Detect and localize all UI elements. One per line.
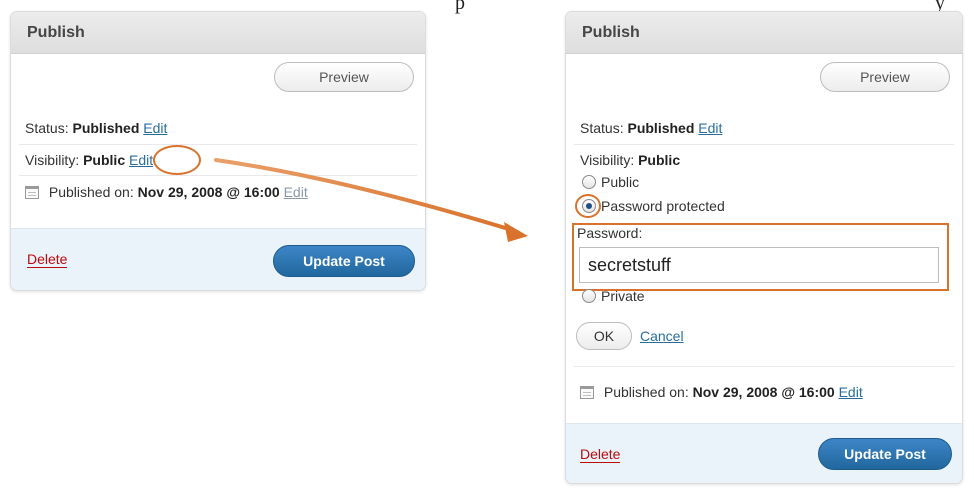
visibility-option-password[interactable]: Password protected [582, 198, 725, 214]
publish-panel-after: Publish Preview Status: Published Edit V… [565, 11, 963, 484]
radio-button[interactable] [582, 289, 596, 303]
option-label: Private [601, 288, 645, 304]
ok-button[interactable]: OK [576, 322, 632, 350]
cancel-link[interactable]: Cancel [640, 328, 684, 344]
password-label: Password: [577, 225, 643, 241]
status-value: Published [627, 120, 695, 136]
visibility-option-public[interactable]: Public [582, 174, 639, 190]
published-label: Published on: [603, 384, 689, 400]
password-input[interactable] [579, 247, 939, 283]
delete-link[interactable]: Delete [580, 446, 621, 463]
option-label: Public [601, 174, 640, 190]
visibility-row: Visibility: Public [580, 152, 680, 168]
radio-button[interactable] [582, 175, 596, 189]
preview-button[interactable]: Preview [820, 62, 950, 92]
status-edit-link[interactable]: Edit [698, 120, 722, 136]
visibility-value: Public [638, 152, 681, 168]
published-edit-link[interactable]: Edit [839, 384, 863, 400]
status-row: Status: Published Edit [580, 120, 722, 136]
visibility-option-private[interactable]: Private [582, 288, 645, 304]
status-label: Status: [580, 120, 624, 136]
panel-title: Publish [566, 12, 962, 54]
update-post-button[interactable]: Update Post [818, 438, 952, 470]
divider [574, 144, 954, 145]
panel-footer: Delete Update Post [566, 423, 962, 483]
divider [574, 366, 954, 367]
visibility-label: Visibility: [580, 152, 635, 168]
highlight-circle [575, 194, 601, 218]
calendar-icon [580, 386, 594, 399]
published-value: Nov 29, 2008 @ 16:00 [692, 384, 835, 400]
published-row: Published on: Nov 29, 2008 @ 16:00 Edit [580, 384, 863, 400]
option-label: Password protected [601, 198, 725, 214]
